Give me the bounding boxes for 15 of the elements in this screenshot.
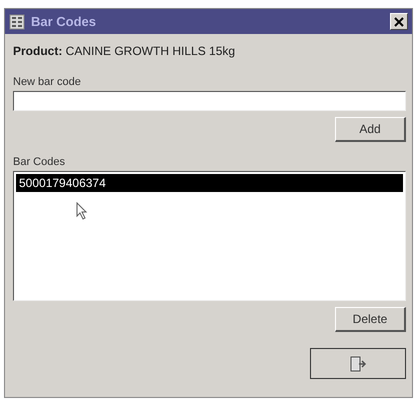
app-icon	[9, 14, 25, 30]
product-text: Product: CANINE GROWTH HILLS 15kg	[13, 44, 236, 58]
close-icon	[394, 16, 404, 26]
bar-code-list[interactable]: 5000179406374	[13, 171, 406, 301]
list-item[interactable]: 5000179406374	[16, 174, 403, 192]
field-label: New bar code	[13, 76, 82, 88]
exit-button[interactable]	[310, 348, 406, 379]
bar-code-input[interactable]	[13, 91, 406, 111]
window-title: Bar Codes	[31, 14, 98, 29]
delete-button[interactable]: Delete	[335, 307, 406, 332]
mouse-pointer-icon	[76, 202, 88, 220]
close-button[interactable]	[390, 13, 408, 30]
add-button[interactable]: Add	[335, 117, 406, 142]
list-label: Bar Codes	[13, 156, 66, 168]
door-icon	[349, 356, 367, 372]
